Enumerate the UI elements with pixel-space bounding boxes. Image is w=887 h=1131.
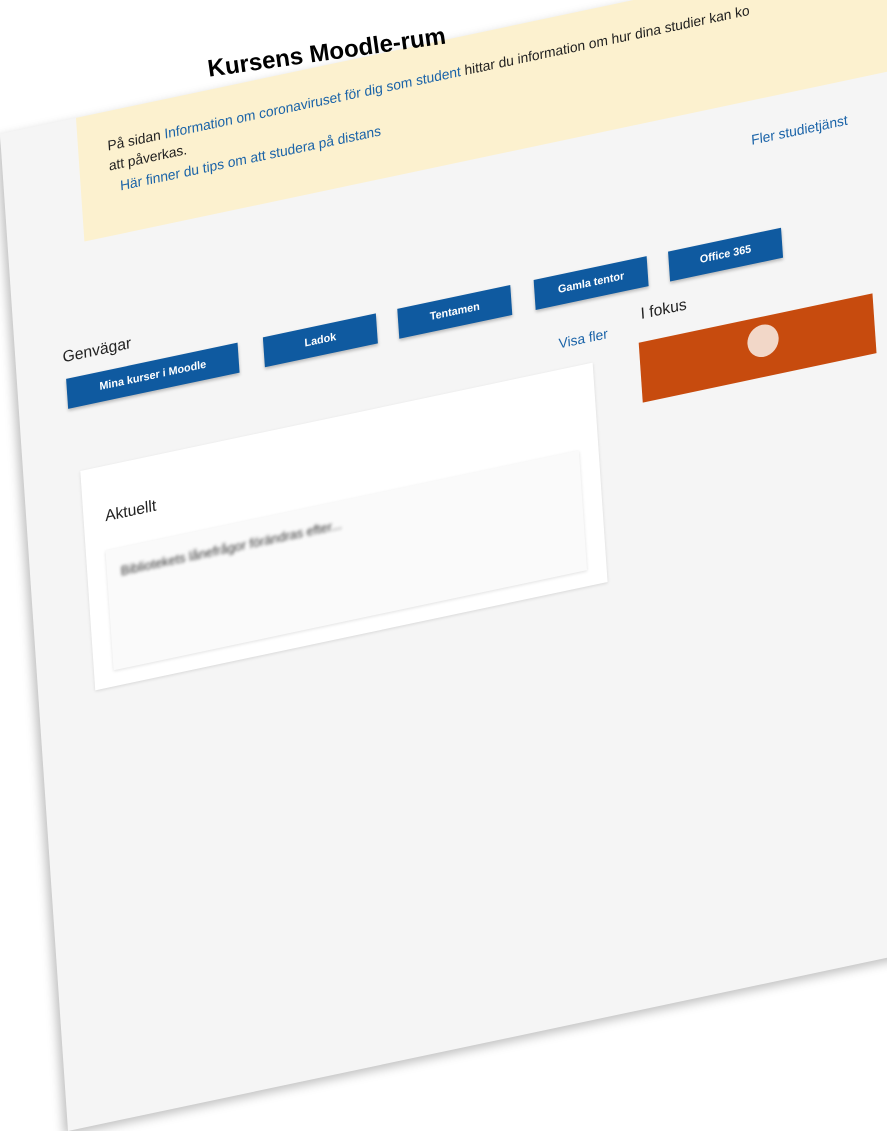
more-study-services-link[interactable]: Fler studietjänst <box>751 112 848 148</box>
focus-banner-graphic <box>746 321 780 361</box>
shortcut-button-office-365[interactable]: Office 365 <box>668 227 784 282</box>
corona-notice: På sidan Information om coronaviruset fö… <box>75 0 887 242</box>
notice-line-1: På sidan Information om coronaviruset fö… <box>107 0 750 156</box>
focus-title: I fokus <box>640 296 688 324</box>
shortcut-button-old-exams[interactable]: Gamla tentor <box>533 256 649 310</box>
notice-suffix: hittar du information om hur dina studie… <box>460 1 751 79</box>
shortcut-button-ladok[interactable]: Ladok <box>262 313 378 368</box>
news-card: Aktuellt Bibliotekets lånefrågor förändr… <box>80 362 608 691</box>
news-item[interactable]: Bibliotekets lånefrågor förändras efter.… <box>105 450 588 671</box>
shortcuts-title: Genvägar <box>62 334 132 367</box>
shortcut-button-tentamen[interactable]: Tentamen <box>397 284 513 339</box>
news-item-text: Bibliotekets lånefrågor förändras efter.… <box>120 516 343 579</box>
screenshot-plane: På sidan Information om coronaviruset fö… <box>0 0 887 1131</box>
news-show-more-link[interactable]: Visa fler <box>558 325 608 351</box>
news-title: Aktuellt <box>104 497 157 526</box>
